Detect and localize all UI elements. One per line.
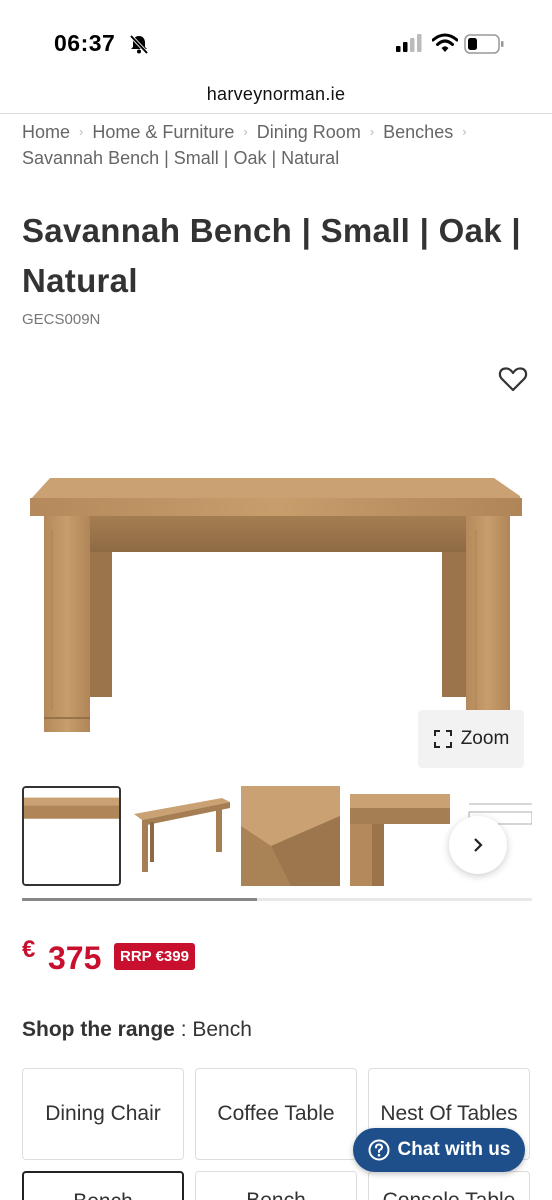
battery-icon (464, 34, 504, 54)
breadcrumb: Home › Home & Furniture › Dining Room › Benche… (22, 120, 532, 171)
thumbnail-3[interactable] (241, 786, 340, 886)
thumbnail-4[interactable] (350, 786, 450, 886)
breadcrumb-benches[interactable]: Benches (383, 122, 453, 142)
bell-muted-icon (129, 34, 149, 55)
breadcrumb-dining-room[interactable]: Dining Room (257, 122, 361, 142)
chevron-right-icon (474, 838, 483, 852)
chat-button[interactable]: Chat with us (353, 1128, 525, 1172)
breadcrumb-separator: › (79, 124, 84, 139)
rrp-badge: RRP €399 (114, 943, 195, 970)
gallery-progress-fill (22, 898, 257, 901)
range-option-bench-selected[interactable]: Bench (22, 1171, 184, 1200)
breadcrumb-separator: › (243, 124, 248, 139)
gallery-progress-track (22, 898, 532, 901)
breadcrumb-separator: › (369, 124, 375, 139)
question-icon (368, 1139, 390, 1161)
zoom-icon (433, 730, 452, 748)
range-value: Bench (192, 1018, 252, 1041)
status-time: 06:37 (54, 30, 116, 56)
status-bar: 06:37 (0, 0, 552, 80)
range-label: Shop the range (22, 1018, 175, 1041)
range-option-dining-chair[interactable]: Dining Chair (22, 1068, 184, 1160)
thumbnail-2[interactable] (130, 786, 234, 886)
range-option-coffee-table[interactable]: Coffee Table (195, 1068, 357, 1160)
breadcrumb-home-furniture[interactable]: Home & Furniture (92, 122, 234, 142)
wifi-icon (432, 33, 458, 52)
shop-the-range: Shop the range : Bench (22, 1018, 252, 1042)
zoom-label: Zoom (460, 728, 510, 749)
browser-url-bar[interactable]: harveynorman.ie (0, 80, 552, 114)
zoom-button[interactable]: Zoom (418, 710, 524, 768)
url-text: harveynorman.ie (206, 84, 346, 104)
chat-label: Chat with us (397, 1139, 511, 1160)
signal-icon (396, 34, 422, 52)
thumbnail-next-button[interactable] (449, 816, 507, 874)
heart-icon[interactable] (498, 364, 528, 394)
breadcrumb-home[interactable]: Home (22, 122, 70, 142)
product-title: Savannah Bench | Small | Oak | Natural (22, 212, 521, 299)
thumbnail-1[interactable] (22, 786, 121, 886)
breadcrumb-separator: › (462, 124, 467, 139)
range-separator: : (174, 1018, 193, 1041)
product-sku: GECS009N (22, 311, 101, 328)
range-option-bench[interactable]: Bench (195, 1171, 357, 1200)
breadcrumb-current: Savannah Bench | Small | Oak | Natural (22, 148, 340, 168)
price-currency: € (22, 936, 36, 963)
range-option-console-table[interactable]: Console Table (368, 1171, 530, 1200)
price-amount: 375 (48, 940, 102, 976)
